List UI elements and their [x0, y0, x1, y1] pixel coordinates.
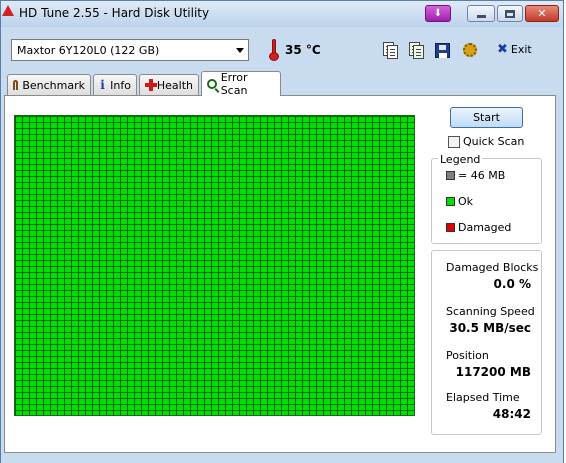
scanning-speed-value: 30.5 MB/sec: [449, 321, 531, 335]
down-arrow-icon: ⬇: [433, 8, 443, 19]
damaged-blocks-value: 0.0 %: [493, 277, 531, 291]
copy-icon: [381, 41, 399, 59]
quick-scan-label: Quick Scan: [463, 135, 525, 148]
close-button[interactable]: ✕: [525, 5, 559, 22]
window-title: HD Tune 2.55 - Hard Disk Utility: [19, 6, 210, 20]
copy-icon: [407, 41, 425, 59]
scan-statistics: Damaged Blocks 0.0 % Scanning Speed 30.5…: [431, 250, 542, 435]
exit-label: Exit: [510, 43, 532, 56]
tab-label: Error Scan: [220, 71, 248, 97]
gear-icon: [463, 43, 477, 57]
red-swatch-icon: [446, 223, 455, 232]
tab-label: Health: [156, 78, 193, 92]
scan-block-grid: [14, 115, 415, 416]
info-icon: i: [100, 77, 105, 92]
damaged-blocks-label: Damaged Blocks: [446, 261, 539, 274]
legend-box: Legend = 46 MB Ok Damaged: [431, 153, 542, 244]
app-window: HD Tune 2.55 - Hard Disk Utility ⬇ ✕ Max…: [0, 0, 564, 463]
legend-title: Legend: [438, 153, 483, 166]
error-scan-panel: Start Quick Scan Legend = 46 MB Ok Damag…: [4, 95, 556, 453]
drive-select-value: Maxtor 6Y120L0 (122 GB): [17, 43, 160, 57]
elapsed-time-value: 48:42: [492, 407, 531, 421]
save-button[interactable]: [433, 41, 451, 59]
tab-label: Info: [110, 78, 131, 92]
temperature-readout: 35 °C: [285, 43, 321, 57]
legend-block-size-label: = 46 MB: [458, 169, 506, 182]
benchmark-icon: [13, 80, 19, 90]
special-download-button[interactable]: ⬇: [425, 5, 451, 22]
legend-item-block-size: = 46 MB: [446, 169, 505, 182]
tab-info[interactable]: i Info: [93, 74, 137, 95]
drive-select[interactable]: Maxtor 6Y120L0 (122 GB): [11, 39, 249, 61]
legend-item-damaged: Damaged: [446, 221, 511, 234]
thermometer-icon: [269, 39, 279, 61]
maximize-icon: [505, 9, 515, 18]
tab-error-scan[interactable]: Error Scan: [201, 71, 281, 97]
quick-scan-checkbox[interactable]: Quick Scan: [448, 135, 524, 148]
green-swatch-icon: [446, 197, 455, 206]
start-button[interactable]: Start: [450, 107, 523, 128]
exit-button[interactable]: ✖ Exit: [497, 42, 532, 57]
app-logo-icon: [2, 5, 14, 16]
position-value: 117200 MB: [455, 365, 531, 379]
tab-health[interactable]: Health: [139, 74, 199, 95]
chevron-down-icon: [236, 48, 244, 53]
floppy-disk-icon: [434, 42, 450, 58]
legend-item-ok: Ok: [446, 195, 473, 208]
health-cross-icon: [145, 79, 157, 91]
elapsed-time-label: Elapsed Time: [446, 391, 520, 404]
scanning-speed-label: Scanning Speed: [446, 305, 535, 318]
legend-ok-label: Ok: [458, 195, 474, 208]
copy-screenshot-button[interactable]: [407, 41, 425, 59]
minimize-button[interactable]: [467, 5, 495, 22]
exit-x-icon: ✖: [497, 42, 508, 57]
options-button[interactable]: [461, 41, 479, 59]
title-bar[interactable]: HD Tune 2.55 - Hard Disk Utility ⬇ ✕: [1, 1, 563, 27]
checkbox-box[interactable]: [448, 135, 460, 148]
legend-damaged-label: Damaged: [458, 221, 512, 234]
tab-benchmark[interactable]: Benchmark: [7, 74, 91, 95]
close-icon: ✕: [537, 7, 547, 20]
search-icon: [207, 79, 217, 89]
minimize-icon: [476, 15, 486, 18]
tab-label: Benchmark: [22, 78, 85, 92]
position-label: Position: [446, 349, 489, 362]
copy-text-button[interactable]: [381, 41, 399, 59]
maximize-button[interactable]: [497, 5, 523, 22]
gray-swatch-icon: [446, 171, 455, 180]
